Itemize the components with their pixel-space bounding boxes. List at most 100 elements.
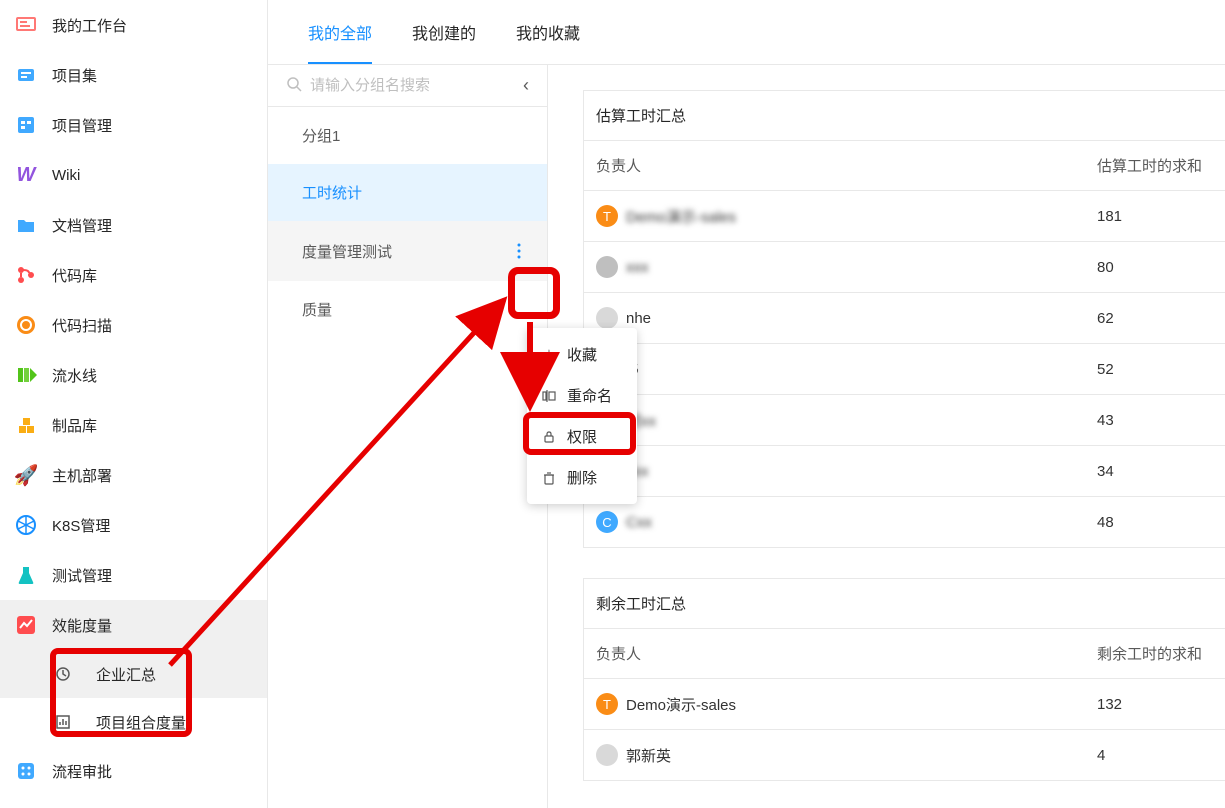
sidebar-item-label: 我的工作台 <box>52 15 127 36</box>
project-set-icon <box>14 63 38 87</box>
value-cell: 62 <box>1085 293 1225 344</box>
sidebar-item-label: 代码扫描 <box>52 315 112 336</box>
wiki-icon: W <box>14 163 38 187</box>
avatar <box>596 307 618 329</box>
sidebar-item-code-scan[interactable]: 代码扫描 <box>0 300 267 350</box>
sidebar-item-artifact[interactable]: 制品库 <box>0 400 267 450</box>
owner-name: Cxx <box>626 514 652 531</box>
owner-name: Demo演示-sales <box>626 206 736 227</box>
sidebar-item-k8s[interactable]: K8S管理 <box>0 500 267 550</box>
data-area: 估算工时汇总 负责人估算工时的求和 TDemo演示-sales181xxx80n… <box>548 65 1225 808</box>
star-icon: ☆ <box>541 346 557 364</box>
table-estimate-hours: 估算工时汇总 负责人估算工时的求和 TDemo演示-sales181xxx80n… <box>583 90 1225 548</box>
group-item[interactable]: 质量 <box>268 281 547 338</box>
owner-name: 郭新英 <box>626 745 671 766</box>
table-row: Sxxx34 <box>584 446 1225 497</box>
sidebar-item-label: Wiki <box>52 167 80 184</box>
owner-name: xxx <box>626 259 649 276</box>
ctx-item-label: 删除 <box>567 467 597 488</box>
table-remaining-hours: 剩余工时汇总 负责人剩余工时的求和 TDemo演示-sales132郭新英4 <box>583 578 1225 781</box>
code-scan-icon <box>14 313 38 337</box>
sidebar-item-approval[interactable]: 流程审批 <box>0 746 267 796</box>
tab-my-created[interactable]: 我创建的 <box>412 20 476 64</box>
sidebar-subitem-portfolio-measure[interactable]: 项目组合度量 <box>0 698 267 746</box>
avatar: C <box>596 511 618 533</box>
table-row: C Cxx 48 <box>584 497 1225 548</box>
ctx-permission[interactable]: 权限 <box>527 416 637 457</box>
k8s-icon <box>14 513 38 537</box>
sidebar-subitem-label: 企业汇总 <box>96 664 156 685</box>
table-col-owner: 负责人 <box>584 629 1086 679</box>
sidebar-item-label: K8S管理 <box>52 515 110 536</box>
value-cell: 34 <box>1085 446 1225 497</box>
value-cell: 52 <box>1085 344 1225 395</box>
repo-icon <box>14 263 38 287</box>
ctx-rename[interactable]: 重命名 <box>527 375 637 416</box>
table-col-value: 估算工时的求和 <box>1085 141 1225 191</box>
sidebar-item-label: 效能度量 <box>52 615 112 636</box>
group-more-button[interactable] <box>507 239 531 263</box>
group-item[interactable]: 分组1 <box>268 107 547 164</box>
table-row: xxx 80 <box>584 242 1225 293</box>
table-title: 估算工时汇总 <box>584 91 1225 141</box>
portfolio-measure-icon <box>54 713 72 731</box>
tab-my-fav[interactable]: 我的收藏 <box>516 20 580 64</box>
sidebar-item-label: 代码库 <box>52 265 97 286</box>
table-row: nhe 62 <box>584 293 1225 344</box>
approval-icon <box>14 759 38 783</box>
group-item[interactable]: 度量管理测试 <box>268 221 547 281</box>
value-cell: 43 <box>1085 395 1225 446</box>
sidebar-item-test-mgmt[interactable]: 测试管理 <box>0 550 267 600</box>
sidebar-subitem-label: 项目组合度量 <box>96 712 186 733</box>
group-search-input[interactable] <box>310 77 515 94</box>
value-cell: 181 <box>1085 191 1225 242</box>
sidebar-item-label: 项目管理 <box>52 115 112 136</box>
table-row: t552 <box>584 344 1225 395</box>
ctx-item-label: 权限 <box>567 426 597 447</box>
value-cell: 132 <box>1085 679 1225 730</box>
collapse-panel-icon[interactable]: ‹ <box>523 75 529 96</box>
value-cell: 80 <box>1085 242 1225 293</box>
rename-icon <box>541 389 557 403</box>
group-list: 分组1 工时统计 度量管理测试 质量 <box>268 107 547 808</box>
sidebar-item-wiki[interactable]: W Wiki <box>0 150 267 200</box>
ctx-delete[interactable]: 删除 <box>527 457 637 498</box>
sidebar-item-performance[interactable]: 效能度量 <box>0 600 267 650</box>
trash-icon <box>541 471 557 485</box>
sidebar-item-project-set[interactable]: 项目集 <box>0 50 267 100</box>
value-cell: 4 <box>1085 730 1225 781</box>
avatar <box>596 256 618 278</box>
sidebar-item-pipeline[interactable]: 流水线 <box>0 350 267 400</box>
sidebar-item-doc-mgmt[interactable]: 文档管理 <box>0 200 267 250</box>
sidebar-item-host-deploy[interactable]: 🚀主机部署 <box>0 450 267 500</box>
sidebar: 我的工作台 项目集 项目管理 W Wiki 文档管理 代码库 代码扫描 流水线 制… <box>0 0 268 808</box>
value-cell: 48 <box>1085 497 1225 548</box>
table-row: TDemo演示-sales132 <box>584 679 1225 730</box>
sidebar-item-label: 制品库 <box>52 415 97 436</box>
search-icon <box>286 76 302 96</box>
avatar <box>596 744 618 766</box>
owner-name: nhe <box>626 310 651 327</box>
enterprise-summary-icon <box>54 665 72 683</box>
sidebar-item-label: 流水线 <box>52 365 97 386</box>
group-search-row: ‹ <box>268 65 547 107</box>
test-mgmt-icon <box>14 563 38 587</box>
ctx-item-label: 重命名 <box>567 385 612 406</box>
ctx-item-label: 收藏 <box>567 344 597 365</box>
performance-icon <box>14 613 38 637</box>
group-item-label: 工时统计 <box>302 182 362 203</box>
sidebar-item-workbench[interactable]: 我的工作台 <box>0 0 267 50</box>
group-item-label: 度量管理测试 <box>302 241 392 262</box>
context-menu: ☆ 收藏 重命名 权限 删除 <box>527 328 637 504</box>
sidebar-subitem-enterprise-summary[interactable]: 企业汇总 <box>0 650 267 698</box>
group-item[interactable]: 工时统计 <box>268 164 547 221</box>
sidebar-item-repo[interactable]: 代码库 <box>0 250 267 300</box>
avatar: T <box>596 693 618 715</box>
sidebar-item-label: 项目集 <box>52 65 97 86</box>
ctx-favorite[interactable]: ☆ 收藏 <box>527 334 637 375</box>
sidebar-item-project-mgmt[interactable]: 项目管理 <box>0 100 267 150</box>
tab-my-all[interactable]: 我的全部 <box>308 20 372 64</box>
table-col-value: 剩余工时的求和 <box>1085 629 1225 679</box>
sidebar-item-label: 主机部署 <box>52 465 112 486</box>
group-item-label: 质量 <box>302 299 332 320</box>
